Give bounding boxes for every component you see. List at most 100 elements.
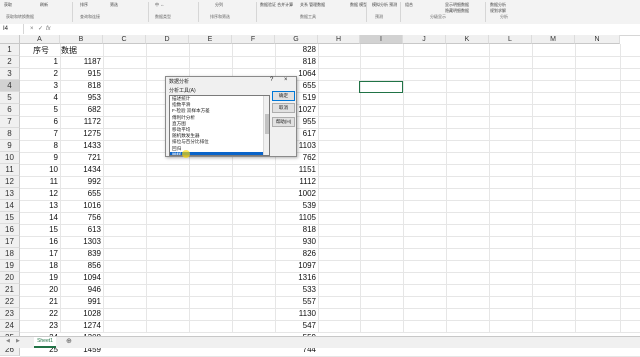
row-header-23[interactable]: 23 xyxy=(0,308,20,320)
cell-b7[interactable]: 1172 xyxy=(61,116,103,128)
column-header-a[interactable]: A xyxy=(20,35,60,44)
cell-g12[interactable]: 1112 xyxy=(276,176,318,188)
prev-sheet-icon[interactable]: ◀ xyxy=(6,337,10,346)
ribbon-validation-button[interactable]: 数据验证 合并计算 xyxy=(260,2,293,8)
cell-b8[interactable]: 1275 xyxy=(61,128,103,140)
cell-g17[interactable]: 930 xyxy=(276,236,318,248)
help-button[interactable]: 帮助(H) xyxy=(272,117,295,127)
row-header-21[interactable]: 21 xyxy=(0,284,20,296)
row-header-1[interactable]: 1 xyxy=(0,44,20,56)
row-header-5[interactable]: 5 xyxy=(0,92,20,104)
column-header-m[interactable]: M xyxy=(532,35,575,44)
cell-b2[interactable]: 1187 xyxy=(61,56,103,68)
cell-g2[interactable]: 818 xyxy=(276,56,318,68)
cell-a16[interactable]: 15 xyxy=(21,224,60,236)
cell-a4[interactable]: 3 xyxy=(21,80,60,92)
cell-a10[interactable]: 9 xyxy=(21,152,60,164)
ribbon-text-to-columns-button[interactable]: 分列 xyxy=(215,2,223,8)
select-all-corner[interactable] xyxy=(0,35,20,44)
row-header-4[interactable]: 4 xyxy=(0,80,20,92)
cell-a14[interactable]: 13 xyxy=(21,200,60,212)
cell-b19[interactable]: 856 xyxy=(61,260,103,272)
add-sheet-icon[interactable]: ⊕ xyxy=(66,337,72,346)
ribbon-hide-detail-button[interactable]: 隐藏明细数据 xyxy=(445,8,469,14)
ribbon-sort-button[interactable]: 排序 xyxy=(80,2,88,8)
row-header-20[interactable]: 20 xyxy=(0,272,20,284)
next-sheet-icon[interactable]: ▶ xyxy=(16,337,20,346)
ribbon-relationships-button[interactable]: 关系 管理数据 xyxy=(300,2,325,8)
row-header-6[interactable]: 6 xyxy=(0,104,20,116)
cell-b3[interactable]: 915 xyxy=(61,68,103,80)
cancel-button[interactable]: 取消 xyxy=(272,103,295,113)
row-header-22[interactable]: 22 xyxy=(0,296,20,308)
cell-a3[interactable]: 2 xyxy=(21,68,60,80)
column-header-g[interactable]: G xyxy=(275,35,318,44)
cell-b16[interactable]: 613 xyxy=(61,224,103,236)
row-header-17[interactable]: 17 xyxy=(0,236,20,248)
row-header-11[interactable]: 11 xyxy=(0,164,20,176)
cell-b10[interactable]: 721 xyxy=(61,152,103,164)
enter-formula-icon[interactable]: ✓ xyxy=(38,25,43,33)
cell-b21[interactable]: 946 xyxy=(61,284,103,296)
cell-b22[interactable]: 991 xyxy=(61,296,103,308)
row-header-8[interactable]: 8 xyxy=(0,128,20,140)
tools-scrollbar[interactable] xyxy=(263,96,269,155)
row-header-9[interactable]: 9 xyxy=(0,140,20,152)
ribbon-refresh-button[interactable]: 刷新 xyxy=(40,2,48,8)
cell-a11[interactable]: 10 xyxy=(21,164,60,176)
cell-a20[interactable]: 19 xyxy=(21,272,60,284)
row-header-13[interactable]: 13 xyxy=(0,188,20,200)
ribbon-data-model-button[interactable]: 数据 模型 xyxy=(350,2,367,8)
cell-a13[interactable]: 12 xyxy=(21,188,60,200)
ribbon-get-data-button[interactable]: 获取 xyxy=(4,2,12,8)
analysis-tools-list[interactable]: 描述统计 指数平滑 F-检验 双样本方差 傅利叶分析 直方图 移动平均 随机数发生器 排位与百… xyxy=(169,95,270,156)
row-header-14[interactable]: 14 xyxy=(0,200,20,212)
row-header-16[interactable]: 16 xyxy=(0,224,20,236)
cell-b9[interactable]: 1433 xyxy=(61,140,103,152)
ribbon-data-type-stocks[interactable]: 中 ↔ xyxy=(155,2,164,8)
column-header-f[interactable]: F xyxy=(232,35,275,44)
cancel-formula-icon[interactable]: × xyxy=(30,25,34,33)
cell-a19[interactable]: 18 xyxy=(21,260,60,272)
column-header-i[interactable]: I xyxy=(360,35,403,44)
cell-a22[interactable]: 21 xyxy=(21,296,60,308)
cell-b17[interactable]: 1303 xyxy=(61,236,103,248)
sheet-tab-sheet1[interactable]: Sheet1 xyxy=(34,337,56,348)
cell-g16[interactable]: 818 xyxy=(276,224,318,236)
cell-b12[interactable]: 992 xyxy=(61,176,103,188)
insert-function-icon[interactable]: fx xyxy=(46,25,51,33)
cell-a17[interactable]: 16 xyxy=(21,236,60,248)
cell-a23[interactable]: 22 xyxy=(21,308,60,320)
column-header-n[interactable]: N xyxy=(575,35,620,44)
ribbon-what-if-button[interactable]: 模拟分析 预测 xyxy=(372,2,397,8)
cell-g21[interactable]: 533 xyxy=(276,284,318,296)
cell-g24[interactable]: 547 xyxy=(276,320,318,332)
cell-a21[interactable]: 20 xyxy=(21,284,60,296)
column-header-b[interactable]: B xyxy=(60,35,103,44)
cell-b20[interactable]: 1094 xyxy=(61,272,103,284)
column-header-c[interactable]: C xyxy=(103,35,146,44)
column-header-d[interactable]: D xyxy=(146,35,189,44)
cell-b6[interactable]: 682 xyxy=(61,104,103,116)
row-header-7[interactable]: 7 xyxy=(0,116,20,128)
row-header-2[interactable]: 2 xyxy=(0,56,20,68)
row-header-19[interactable]: 19 xyxy=(0,260,20,272)
cell-b5[interactable]: 953 xyxy=(61,92,103,104)
cell-a9[interactable]: 8 xyxy=(21,140,60,152)
cell-g18[interactable]: 826 xyxy=(276,248,318,260)
cell-g11[interactable]: 1151 xyxy=(276,164,318,176)
row-header-3[interactable]: 3 xyxy=(0,68,20,80)
column-header-k[interactable]: K xyxy=(446,35,489,44)
column-header-h[interactable]: H xyxy=(318,35,360,44)
row-header-12[interactable]: 12 xyxy=(0,176,20,188)
ok-button[interactable]: 确定 xyxy=(272,91,295,101)
row-header-24[interactable]: 24 xyxy=(0,320,20,332)
ribbon-filter-button[interactable]: 筛选 xyxy=(110,2,118,8)
cell-a24[interactable]: 23 xyxy=(21,320,60,332)
cell-b13[interactable]: 655 xyxy=(61,188,103,200)
cell-a18[interactable]: 17 xyxy=(21,248,60,260)
cell-a15[interactable]: 14 xyxy=(21,212,60,224)
cell-b14[interactable]: 1016 xyxy=(61,200,103,212)
cell-g23[interactable]: 1130 xyxy=(276,308,318,320)
row-header-15[interactable]: 15 xyxy=(0,212,20,224)
